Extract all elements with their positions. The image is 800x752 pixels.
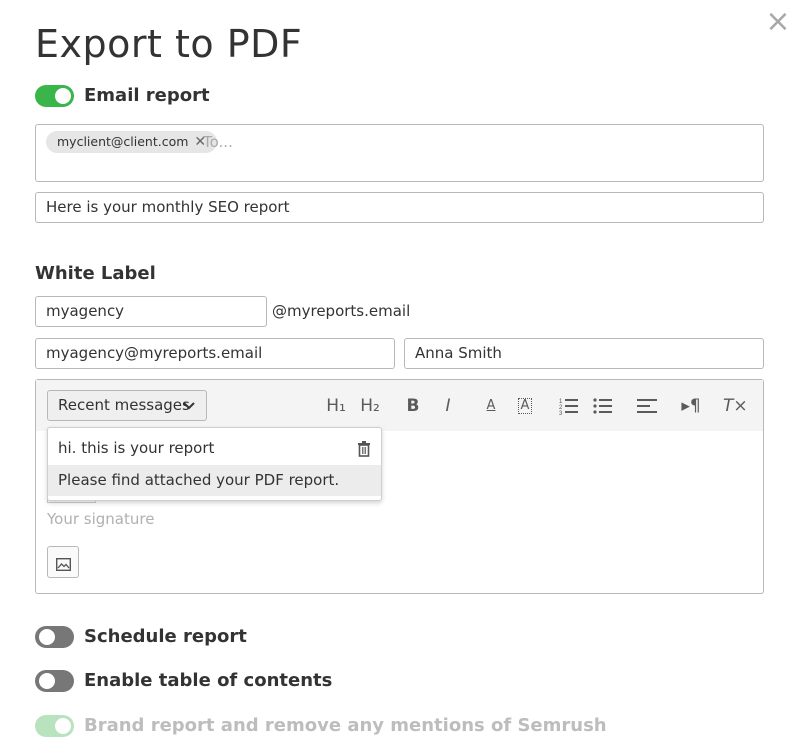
table-of-contents-label: Enable table of contents — [84, 670, 333, 691]
heading-1-icon[interactable]: H₁ — [324, 392, 348, 420]
schedule-report-toggle[interactable] — [35, 626, 74, 648]
recipient-chip: myclient@client.com ✕ — [46, 131, 218, 153]
email-report-label: Email report — [84, 85, 210, 106]
align-icon[interactable] — [635, 392, 659, 420]
sender-domain-suffix: @myreports.email — [272, 302, 411, 320]
recent-messages-label: Recent messages — [58, 396, 190, 414]
text-color-icon[interactable]: A — [480, 392, 502, 420]
dialog-title: Export to PDF — [35, 22, 303, 66]
italic-icon[interactable]: I — [437, 392, 459, 420]
white-label-heading: White Label — [35, 263, 156, 284]
brand-report-label: Brand report and remove any mentions of … — [84, 715, 607, 736]
brand-report-toggle — [35, 715, 74, 737]
recent-messages-dropdown[interactable]: Recent messages — [47, 390, 207, 421]
bold-icon[interactable]: B — [402, 392, 424, 420]
signature-placeholder[interactable]: Your signature — [47, 510, 154, 528]
image-icon — [55, 556, 72, 575]
heading-2-icon[interactable]: H₂ — [358, 392, 382, 420]
table-of-contents-toggle[interactable] — [35, 670, 74, 692]
recipient-chip-label: myclient@client.com — [57, 134, 189, 149]
recent-messages-menu: hi. this is your report Please find atta… — [47, 427, 382, 501]
recent-message-item[interactable]: hi. this is your report — [48, 433, 381, 464]
close-button[interactable]: × — [764, 7, 792, 37]
recent-message-item[interactable]: Please find attached your PDF report. — [48, 465, 381, 496]
clear-format-icon[interactable]: T× — [723, 392, 748, 420]
close-icon: × — [765, 4, 791, 39]
ordered-list-icon[interactable]: 123 — [558, 392, 580, 420]
recipients-placeholder: To... — [203, 133, 233, 151]
schedule-report-label: Schedule report — [84, 626, 247, 647]
email-report-toggle[interactable] — [35, 85, 74, 107]
chevron-down-icon — [182, 391, 196, 430]
insert-image-button[interactable] — [47, 546, 79, 578]
highlight-icon[interactable]: A — [514, 392, 536, 420]
bullet-list-icon[interactable] — [592, 392, 614, 420]
from-email-input[interactable]: myagency@myreports.email — [35, 338, 395, 369]
subject-input[interactable]: Here is your monthly SEO report — [35, 192, 764, 223]
paragraph-direction-icon[interactable]: ▸¶ — [679, 392, 703, 420]
sender-name-input[interactable]: myagency — [35, 296, 267, 327]
svg-text:3: 3 — [559, 411, 563, 417]
from-name-input[interactable]: Anna Smith — [404, 338, 764, 369]
